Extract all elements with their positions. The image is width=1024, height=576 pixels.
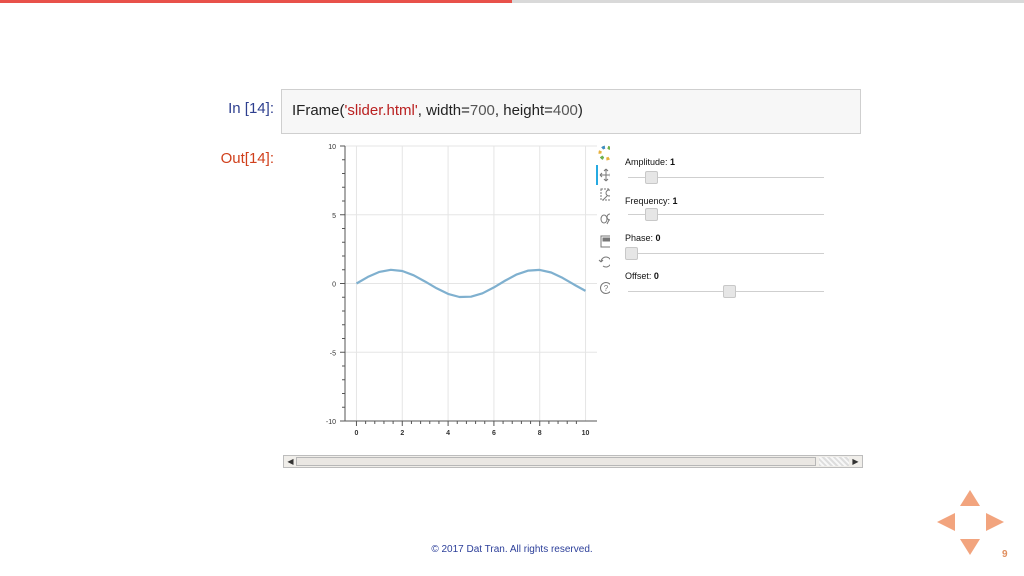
phase-value: 0 [655,233,661,243]
code-func: IFrame( [292,102,345,119]
y-tick-label: 5 [332,213,336,220]
offset-name: Offset [625,271,649,281]
y-tick-label: 10 [328,144,336,151]
nav-up-icon[interactable] [960,490,980,506]
reset-icon[interactable] [598,256,610,268]
scroll-left-arrow-icon[interactable]: ◀ [285,456,296,467]
code-width: 700 [469,102,495,119]
plot-tick-labels: 10 5 0 -5 -10 0 2 4 6 8 10 [326,144,590,437]
x-tick-label: 10 [582,430,590,437]
output-prompt: Out[14]: [220,150,274,167]
y-tick-label: -5 [330,350,336,357]
phase-track[interactable] [628,253,824,254]
scrollbar-track-hatch [819,457,849,466]
code-height: 400 [552,102,578,119]
wheel-zoom-icon[interactable] [600,213,610,225]
top-progress-bar [0,0,512,3]
nav-down-icon[interactable] [960,539,980,555]
input-prompt: In [14]: [228,100,274,117]
amplitude-handle[interactable] [644,171,658,184]
code-line: IFrame('slider.html', width=700, height=… [292,102,583,119]
nav-left-icon[interactable] [937,513,955,531]
plot-toolbar: ? [596,145,611,294]
offset-label: Offset: 0 [625,271,659,281]
nav-right-icon[interactable] [986,513,1004,531]
offset-value: 0 [653,271,659,281]
help-icon[interactable]: ? [600,282,611,294]
slide-navigation [937,490,1004,555]
code-string: 'slider.html' [344,102,418,119]
top-progress-track [512,0,1024,3]
x-tick-label: 2 [400,430,404,437]
horizontal-scrollbar[interactable]: ◀ ▶ [283,455,863,468]
amplitude-name: Amplitude [625,157,666,167]
phase-label: Phase: 0 [625,233,661,243]
x-tick-label: 6 [492,430,496,437]
frequency-handle[interactable] [644,208,658,221]
code-text-1: , width= [417,102,470,119]
phase-name: Phase [625,233,651,243]
save-icon[interactable] [600,235,610,248]
frequency-label: Frequency: 1 [625,196,678,206]
y-tick-label: 0 [332,282,336,289]
offset-handle[interactable] [723,285,736,298]
amplitude-label: Amplitude: 1 [625,157,676,167]
frequency-value: 1 [672,196,678,206]
svg-text:?: ? [604,284,609,293]
scrollbar-thumb[interactable] [296,457,816,466]
frequency-name: Frequency [625,196,668,206]
x-tick-label: 0 [355,430,359,437]
y-tick-label: -10 [326,419,336,426]
box-zoom-icon[interactable] [600,188,610,201]
pan-icon[interactable] [599,168,610,182]
phase-handle[interactable] [625,247,638,260]
scroll-right-arrow-icon[interactable]: ▶ [850,456,861,467]
sine-plot[interactable]: 10 5 0 -5 -10 0 2 4 6 8 10 ? [300,140,610,445]
code-text-3: ) [577,102,583,119]
amplitude-value: 1 [670,157,676,167]
code-text-2: , height= [494,102,553,119]
copyright-footer: © 2017 Dat Tran. All rights reserved. [431,544,593,555]
x-tick-label: 8 [538,430,542,437]
x-tick-label: 4 [446,430,450,437]
plot-axes [340,145,597,426]
code-cell[interactable]: IFrame('slider.html', width=700, height=… [281,89,861,134]
plot-grid [345,145,597,422]
bokeh-logo-icon[interactable] [598,145,610,161]
